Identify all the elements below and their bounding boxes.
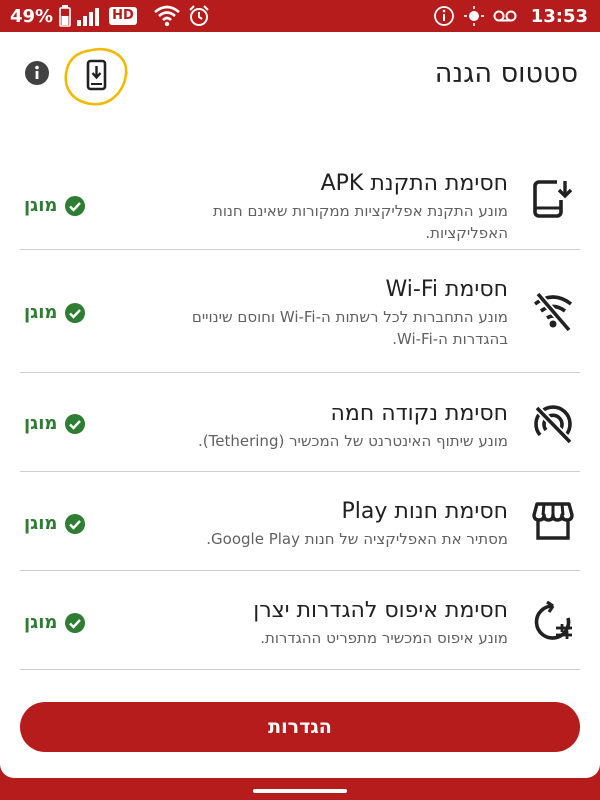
wifi-icon — [153, 5, 180, 27]
row-title: חסימת התקנת APK — [320, 171, 508, 196]
reset-settings-icon — [534, 601, 572, 640]
status-label: מוגן — [24, 413, 58, 434]
info-circle-icon — [433, 6, 454, 26]
row-title: חסימת איפוס להגדרות יצרן — [253, 598, 508, 623]
status-label: מוגן — [24, 612, 58, 633]
protection-list: חסימת התקנת APK מונע התקנת אפליקציות ממק… — [20, 150, 580, 670]
protection-row-play-store: חסימת חנות Play מסתיר את האפליקציה של חנ… — [20, 472, 580, 571]
status-badge: מוגן — [24, 302, 86, 323]
row-description: מונע התחברות לכל רשתות ה-Wi-Fi וחוסם שינ… — [191, 308, 508, 348]
header: סטטוס הגנה — [0, 32, 600, 122]
signal-icon — [77, 8, 100, 26]
protection-row-wifi: חסימת Wi-Fi מונע התחברות לכל רשתות ה-Wi-… — [20, 250, 580, 373]
settings-button[interactable]: הגדרות — [20, 702, 580, 752]
info-icon[interactable] — [25, 61, 49, 85]
hd-badge: HD — [109, 7, 137, 25]
row-description: מונע איפוס המכשיר מתפריט ההגדרות. — [260, 629, 508, 647]
check-circle-icon — [65, 195, 86, 216]
status-label: מוגן — [24, 195, 58, 216]
battery-percent: 49% — [10, 5, 54, 27]
protection-row-hotspot: חסימת נקודה חמה מונע שיתוף האינטרנט של ה… — [20, 373, 580, 472]
check-circle-icon — [65, 413, 86, 434]
phone-download-badge-icon[interactable] — [62, 46, 130, 108]
wifi-off-icon — [533, 291, 573, 332]
row-description: מונע שיתוף האינטרנט של המכשיר (Tethering… — [198, 432, 508, 450]
protection-row-apk: חסימת התקנת APK מונע התקנת אפליקציות ממק… — [20, 150, 580, 250]
row-title: חסימת נקודה חמה — [330, 401, 508, 426]
battery-icon — [59, 5, 71, 27]
row-description: מונע התקנת אפליקציות ממקורות שאינם חנות … — [212, 202, 508, 242]
status-bar: 49% HD 13:53 — [0, 0, 600, 32]
status-badge: מוגן — [24, 195, 86, 216]
page-title: סטטוס הגנה — [434, 58, 578, 89]
row-title: חסימת חנות Play — [341, 499, 508, 524]
protection-row-factory-reset: חסימת איפוס להגדרות יצרן מונע איפוס המכש… — [20, 571, 580, 670]
navigation-handle[interactable] — [253, 789, 347, 793]
brightness-icon — [463, 6, 484, 26]
clock: 13:53 — [530, 5, 588, 27]
status-label: מוגן — [24, 513, 58, 534]
alarm-icon — [189, 5, 209, 26]
main-card: סטטוס הגנה חסימת התקנת APK מונע התקנת אפ… — [0, 32, 600, 778]
status-badge: מוגן — [24, 513, 86, 534]
check-circle-icon — [65, 612, 86, 633]
status-badge: מוגן — [24, 413, 86, 434]
status-label: מוגן — [24, 302, 58, 323]
phone-download-icon — [533, 180, 573, 218]
storefront-icon — [532, 502, 574, 540]
hotspot-off-icon — [534, 405, 573, 445]
status-badge: מוגן — [24, 612, 86, 633]
check-circle-icon — [65, 302, 86, 323]
row-description: מסתיר את האפליקציה של חנות Google Play. — [206, 530, 508, 548]
row-title: חסימת Wi-Fi — [385, 277, 508, 302]
voicemail-icon — [493, 10, 517, 22]
check-circle-icon — [65, 513, 86, 534]
